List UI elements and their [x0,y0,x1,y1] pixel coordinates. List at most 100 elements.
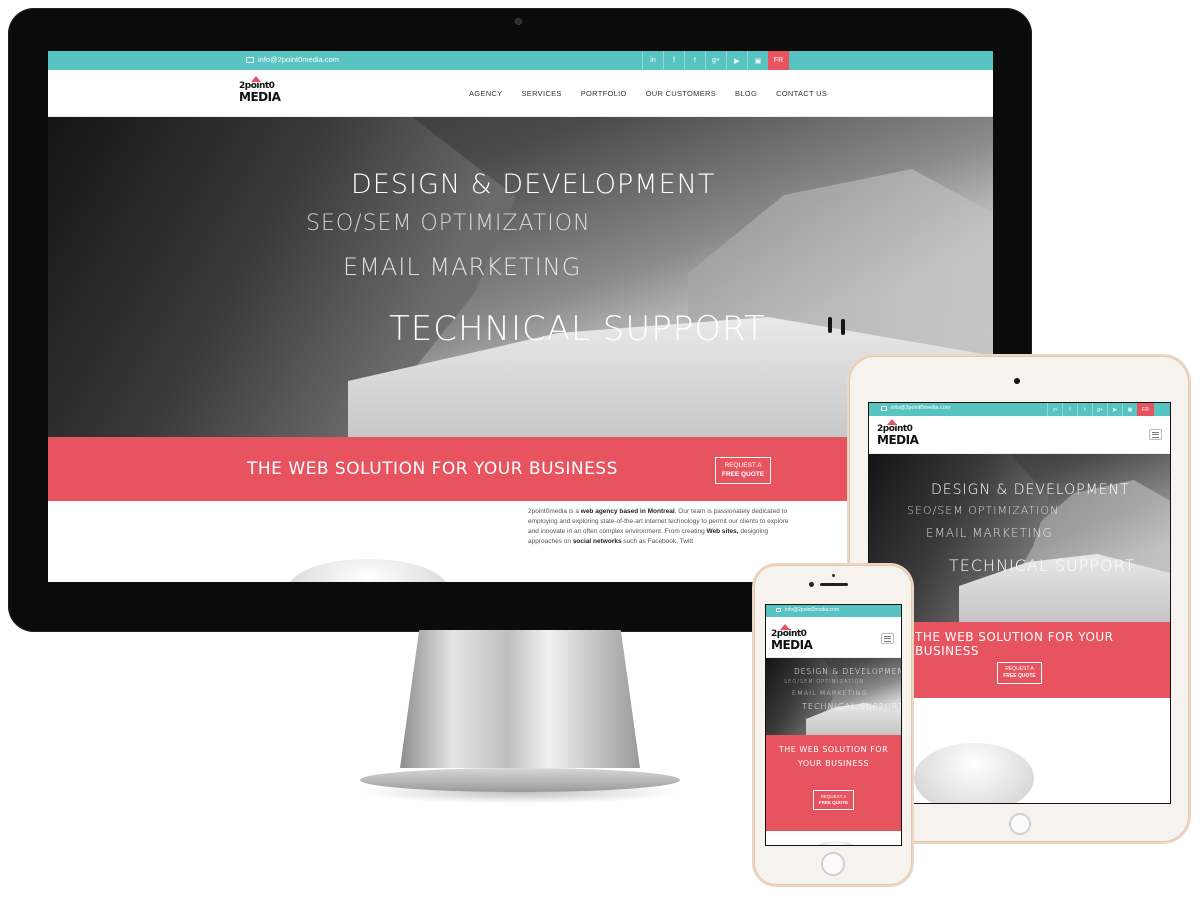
intro-section [766,831,901,845]
linkedin-icon[interactable]: in [642,51,663,70]
request-quote-button[interactable]: REQUEST A FREE QUOTE [997,662,1042,684]
main-navbar: 2point0 MEDIA [766,617,901,658]
intro-text-4: such as Facebook, Twitt [621,538,694,545]
camera-icon [1014,378,1020,384]
cta-band: THE WEB SOLUTION FOR YOUR BUSINESS REQUE… [766,735,901,831]
google-plus-icon[interactable]: g+ [705,51,726,70]
hero-line-email: EMAIL MARKETING [792,689,868,697]
sensor-dot [832,574,835,577]
hero-banner: DESIGN & DEVELOPMENT SEO/SEM OPTIMIZATIO… [766,658,901,735]
email-link[interactable]: info@2point0media.com [246,55,339,64]
hero-line-email: EMAIL MARKETING [926,526,1053,540]
main-navbar: 2point0 MEDIA AGENCY SERVICES PORTFOLIO … [48,70,993,117]
logo-line2: MEDIA [877,433,919,447]
instagram-icon[interactable]: ▣ [747,51,768,70]
hero-line-email: EMAIL MARKETING [343,253,582,281]
hero-line-support: TECHNICAL SUPPORT [949,556,1136,575]
stand-base [360,768,680,792]
tablet-screen: info@2point0media.com in f t g+ ▶ ▣ FR 2… [868,402,1171,804]
intro-bold-1: web agency based in Montreal [580,508,675,515]
email-text: info@2point0media.com [258,55,339,64]
instagram-icon[interactable]: ▣ [1122,403,1137,416]
top-bar: info@2point0media.com in f t g+ ▶ ▣ FR [869,403,1170,416]
monitor-stand [360,630,680,804]
nav-item-contact-us[interactable]: CONTACT US [776,89,827,98]
hamburger-menu-icon[interactable] [1149,429,1162,440]
speaker-grille [820,583,848,586]
hero-banner: DESIGN & DEVELOPMENT SEO/SEM OPTIMIZATIO… [869,454,1170,622]
nav-item-portfolio[interactable]: PORTFOLIO [581,89,627,98]
email-text: info@2point0media.com [891,405,951,411]
email-link[interactable]: info@2point0media.com [881,405,950,411]
request-quote-button[interactable]: REQUEST A FREE QUOTE [813,790,854,810]
camera-icon [809,582,814,587]
hero-line-seo: SEO/SEM OPTIMIZATION [907,504,1060,517]
cta-band: THE WEB SOLUTION FOR YOUR BUSINESS REQUE… [869,622,1170,698]
logo-peak-icon [780,624,790,630]
logo-line2: MEDIA [771,638,813,652]
hero-line-support: TECHNICAL SUPPORT [389,309,766,349]
cta-title: THE WEB SOLUTION FOR YOUR BUSINESS [915,630,1114,658]
site-logo[interactable]: 2point0 MEDIA [239,76,281,104]
quote-line2: FREE QUOTE [1003,672,1036,679]
facebook-icon[interactable]: f [1062,403,1077,416]
nav-menu: AGENCY SERVICES PORTFOLIO OUR CUSTOMERS … [469,89,827,98]
nav-item-our-customers[interactable]: OUR CUSTOMERS [646,89,716,98]
hero-line-design: DESIGN & DEVELOPMENT [351,169,716,200]
cap-image [816,841,856,845]
intro-section [869,698,1170,803]
linkedin-icon[interactable]: in [1047,403,1062,416]
nav-item-services[interactable]: SERVICES [521,89,561,98]
envelope-icon [881,405,887,411]
language-toggle-fr[interactable]: FR [1137,403,1154,416]
top-bar: info@2point0media.com [766,605,901,617]
envelope-icon [246,56,254,63]
email-link[interactable]: info@2point0media.com [776,607,839,613]
logo-peak-icon [887,419,897,425]
email-text: info@2point0media.com [785,607,839,613]
responsive-mockup: info@2point0media.com in f t g+ ▶ ▣ FR 2… [0,0,1200,900]
logo-line2: MEDIA [239,90,281,104]
quote-line2: FREE QUOTE [818,800,849,806]
hamburger-menu-icon[interactable] [881,633,894,644]
intro-paragraph: 2point0media is a web agency based in Mo… [528,507,793,547]
quote-line1: REQUEST A [1005,666,1034,672]
phone-screen: info@2point0media.com 2point0 MEDIA DESI… [765,604,902,846]
main-navbar: 2point0 MEDIA [869,416,1170,454]
request-quote-button[interactable]: REQUEST A FREE QUOTE [715,457,771,484]
cap-image [914,743,1034,803]
nav-item-agency[interactable]: AGENCY [469,89,502,98]
phone-device: info@2point0media.com 2point0 MEDIA DESI… [754,565,912,885]
camera-icon [515,18,522,25]
site-logo[interactable]: 2point0 MEDIA [877,419,919,447]
language-toggle-fr[interactable]: FR [768,51,789,70]
stand-neck [400,630,640,768]
top-bar: info@2point0media.com in f t g+ ▶ ▣ FR [48,51,993,70]
quote-line1: REQUEST A [724,462,762,469]
social-links: in f t g+ ▶ ▣ FR [642,51,789,70]
hero-line-seo: SEO/SEM OPTIMIZATION [784,679,865,685]
google-plus-icon[interactable]: g+ [1092,403,1107,416]
logo-peak-icon [251,76,261,82]
home-button[interactable] [1009,813,1031,835]
intro-bold-2: Web sites, [706,528,739,535]
cta-title: THE WEB SOLUTION FOR YOUR BUSINESS [778,745,889,768]
home-button[interactable] [821,852,845,876]
climber-figure [841,319,845,335]
hero-line-design: DESIGN & DEVELOPMENT [794,667,901,676]
facebook-icon[interactable]: f [663,51,684,70]
hero-line-support: TECHNICAL SUPPORT [802,702,901,711]
intro-bold-3: social networks [572,538,622,545]
climber-figure [828,317,832,333]
intro-text-1: 2point0media is a [528,508,581,515]
cap-image [288,559,448,582]
twitter-icon[interactable]: t [1077,403,1092,416]
hero-line-design: DESIGN & DEVELOPMENT [931,482,1130,498]
quote-line2: FREE QUOTE [721,470,765,478]
youtube-icon[interactable]: ▶ [1107,403,1122,416]
youtube-icon[interactable]: ▶ [726,51,747,70]
envelope-icon [776,608,781,612]
nav-item-blog[interactable]: BLOG [735,89,757,98]
site-logo[interactable]: 2point0 MEDIA [771,624,813,652]
twitter-icon[interactable]: t [684,51,705,70]
